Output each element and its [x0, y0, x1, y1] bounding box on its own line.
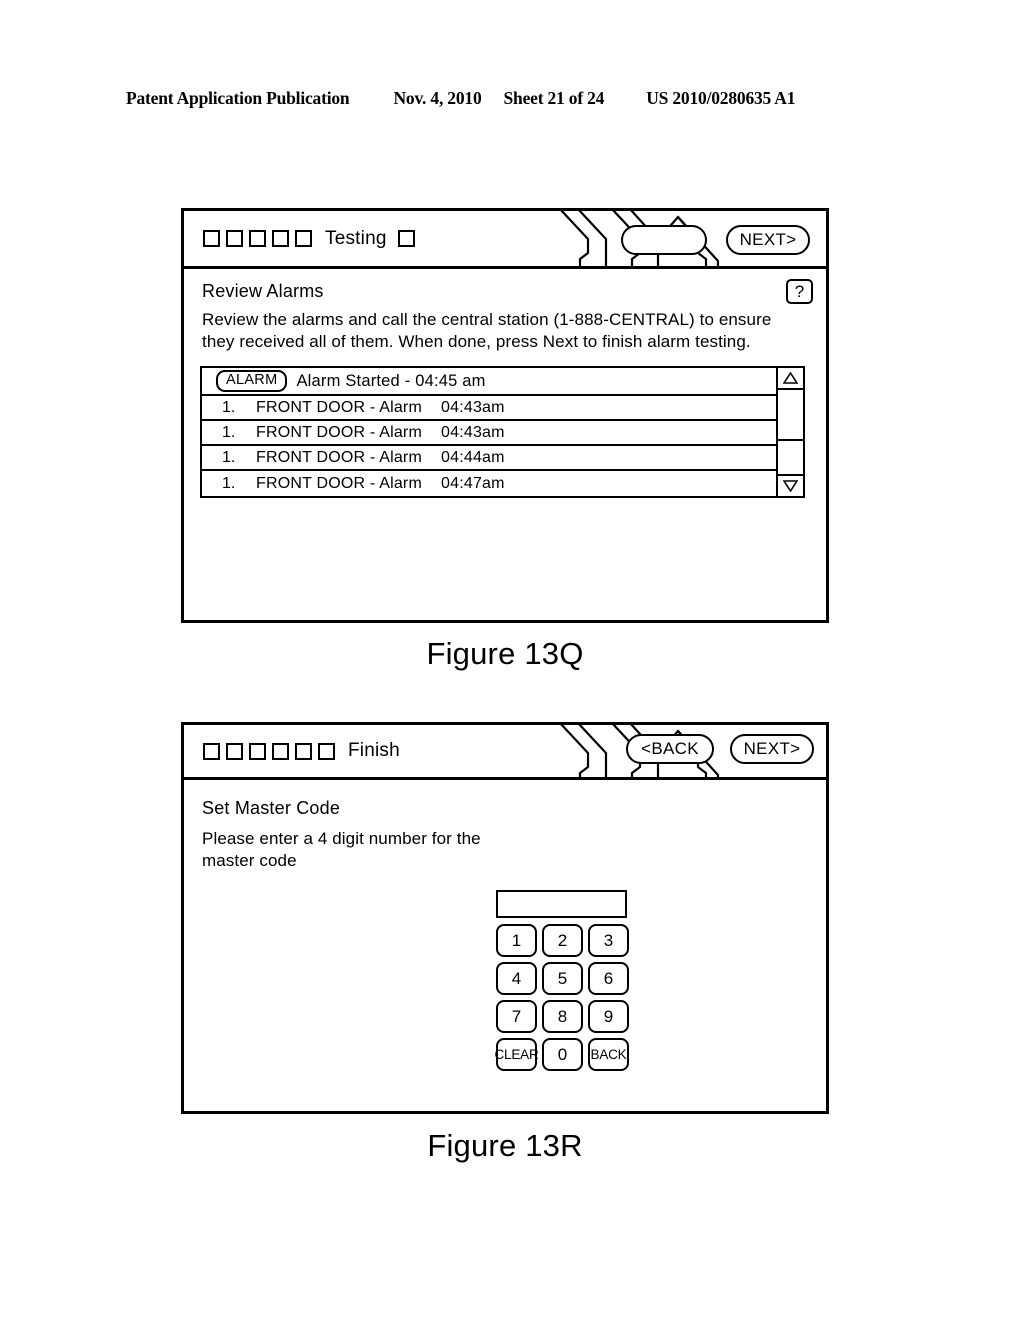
- numeric-keypad: 1 2 3 4 5 6 7 8 9 CLEAR 0 BACK: [495, 890, 639, 1076]
- keypad-row: 4 5 6: [496, 962, 639, 995]
- table-row[interactable]: 1. FRONT DOOR - Alarm 04:43am: [202, 396, 776, 422]
- step-box: [295, 742, 312, 760]
- row-time: 04:43am: [441, 423, 505, 441]
- keypad-key-9[interactable]: 9: [588, 1000, 629, 1033]
- keypad-key-8[interactable]: 8: [542, 1000, 583, 1033]
- master-code-input[interactable]: [496, 890, 627, 918]
- row-index: 1.: [222, 448, 236, 466]
- triangle-up-icon: [783, 372, 798, 384]
- step-box: [203, 742, 220, 760]
- figure-13r-screen: Finish Set Master Code Please enter a 4 …: [181, 722, 829, 1114]
- alarm-list: ALARM Alarm Started - 04:45 am 1. FRONT …: [200, 366, 805, 498]
- step-box: [226, 230, 243, 247]
- step-box: [318, 742, 335, 760]
- scroll-thumb[interactable]: [778, 390, 803, 442]
- step-box: [249, 742, 266, 760]
- figure-13q-screen: Testing Review Alarms ? Review the alarm…: [181, 208, 829, 623]
- next-button[interactable]: NEXT>: [730, 734, 814, 764]
- sheet-number: Sheet 21 of 24: [503, 88, 605, 108]
- step-indicator-13q: Testing: [203, 211, 415, 266]
- row-name: FRONT DOOR - Alarm: [256, 398, 422, 416]
- scroll-down-button[interactable]: [778, 474, 803, 496]
- publication-date: Nov. 4, 2010: [393, 88, 482, 108]
- step-indicator-13r: Finish: [203, 725, 405, 777]
- triangle-down-icon: [783, 480, 798, 492]
- row-name: FRONT DOOR - Alarm: [256, 474, 422, 492]
- step-box: [295, 230, 312, 247]
- row-index: 1.: [222, 423, 236, 441]
- alarm-list-rows: ALARM Alarm Started - 04:45 am 1. FRONT …: [202, 368, 776, 496]
- help-button[interactable]: ?: [786, 279, 813, 304]
- row-name: FRONT DOOR - Alarm: [256, 448, 422, 466]
- row-name: FRONT DOOR - Alarm: [256, 423, 422, 441]
- row-index: 1.: [222, 474, 236, 492]
- keypad-key-4[interactable]: 4: [496, 962, 537, 995]
- step-box: [272, 230, 289, 247]
- keypad-row: CLEAR 0 BACK: [495, 1038, 639, 1071]
- publication-label: Patent Application Publication: [126, 88, 350, 108]
- keypad-row: 1 2 3: [496, 924, 639, 957]
- scroll-track[interactable]: [778, 390, 803, 474]
- step-box: [397, 230, 415, 247]
- keypad-key-2[interactable]: 2: [542, 924, 583, 957]
- keypad-key-back[interactable]: BACK: [588, 1038, 629, 1071]
- figure-caption: Figure 13R: [427, 1128, 583, 1163]
- step-label: Testing: [325, 227, 387, 249]
- alarm-started-text: Alarm Started - 04:45 am: [296, 371, 486, 390]
- keypad-key-1[interactable]: 1: [496, 924, 537, 957]
- patent-number: US 2010/0280635 A1: [646, 88, 796, 108]
- instruction-text: Review the alarms and call the central s…: [202, 310, 772, 351]
- step-label: Finish: [348, 740, 400, 761]
- row-time: 04:43am: [441, 398, 505, 416]
- row-time: 04:44am: [441, 448, 505, 466]
- back-button[interactable]: <BACK: [626, 734, 714, 764]
- table-row[interactable]: 1. FRONT DOOR - Alarm 04:47am: [202, 471, 776, 496]
- next-button[interactable]: NEXT>: [726, 225, 810, 255]
- figure-caption: Figure 13Q: [426, 636, 584, 671]
- keypad-row: 7 8 9: [496, 1000, 639, 1033]
- step-box: [249, 230, 266, 247]
- blank-button[interactable]: [621, 225, 707, 255]
- scroll-up-button[interactable]: [778, 368, 803, 390]
- instruction-text: Please enter a 4 digit number for the ma…: [202, 829, 481, 870]
- table-row[interactable]: 1. FRONT DOOR - Alarm 04:44am: [202, 446, 776, 472]
- step-box: [226, 742, 243, 760]
- list-scrollbar[interactable]: [776, 368, 803, 496]
- alarm-list-header: ALARM Alarm Started - 04:45 am: [202, 368, 776, 397]
- row-time: 04:47am: [441, 474, 505, 492]
- row-index: 1.: [222, 398, 236, 416]
- keypad-key-3[interactable]: 3: [588, 924, 629, 957]
- keypad-key-6[interactable]: 6: [588, 962, 629, 995]
- keypad-key-clear[interactable]: CLEAR: [495, 1038, 539, 1071]
- keypad-key-5[interactable]: 5: [542, 962, 583, 995]
- status-badge: ALARM: [216, 370, 288, 393]
- patent-header: Patent Application Publication Nov. 4, 2…: [126, 88, 898, 109]
- page-title: Set Master Code: [202, 798, 341, 818]
- keypad-key-0[interactable]: 0: [542, 1038, 583, 1071]
- step-box: [272, 742, 289, 760]
- page-title: Review Alarms: [202, 281, 324, 301]
- step-box: [203, 230, 220, 247]
- keypad-key-7[interactable]: 7: [496, 1000, 537, 1033]
- table-row[interactable]: 1. FRONT DOOR - Alarm 04:43am: [202, 421, 776, 447]
